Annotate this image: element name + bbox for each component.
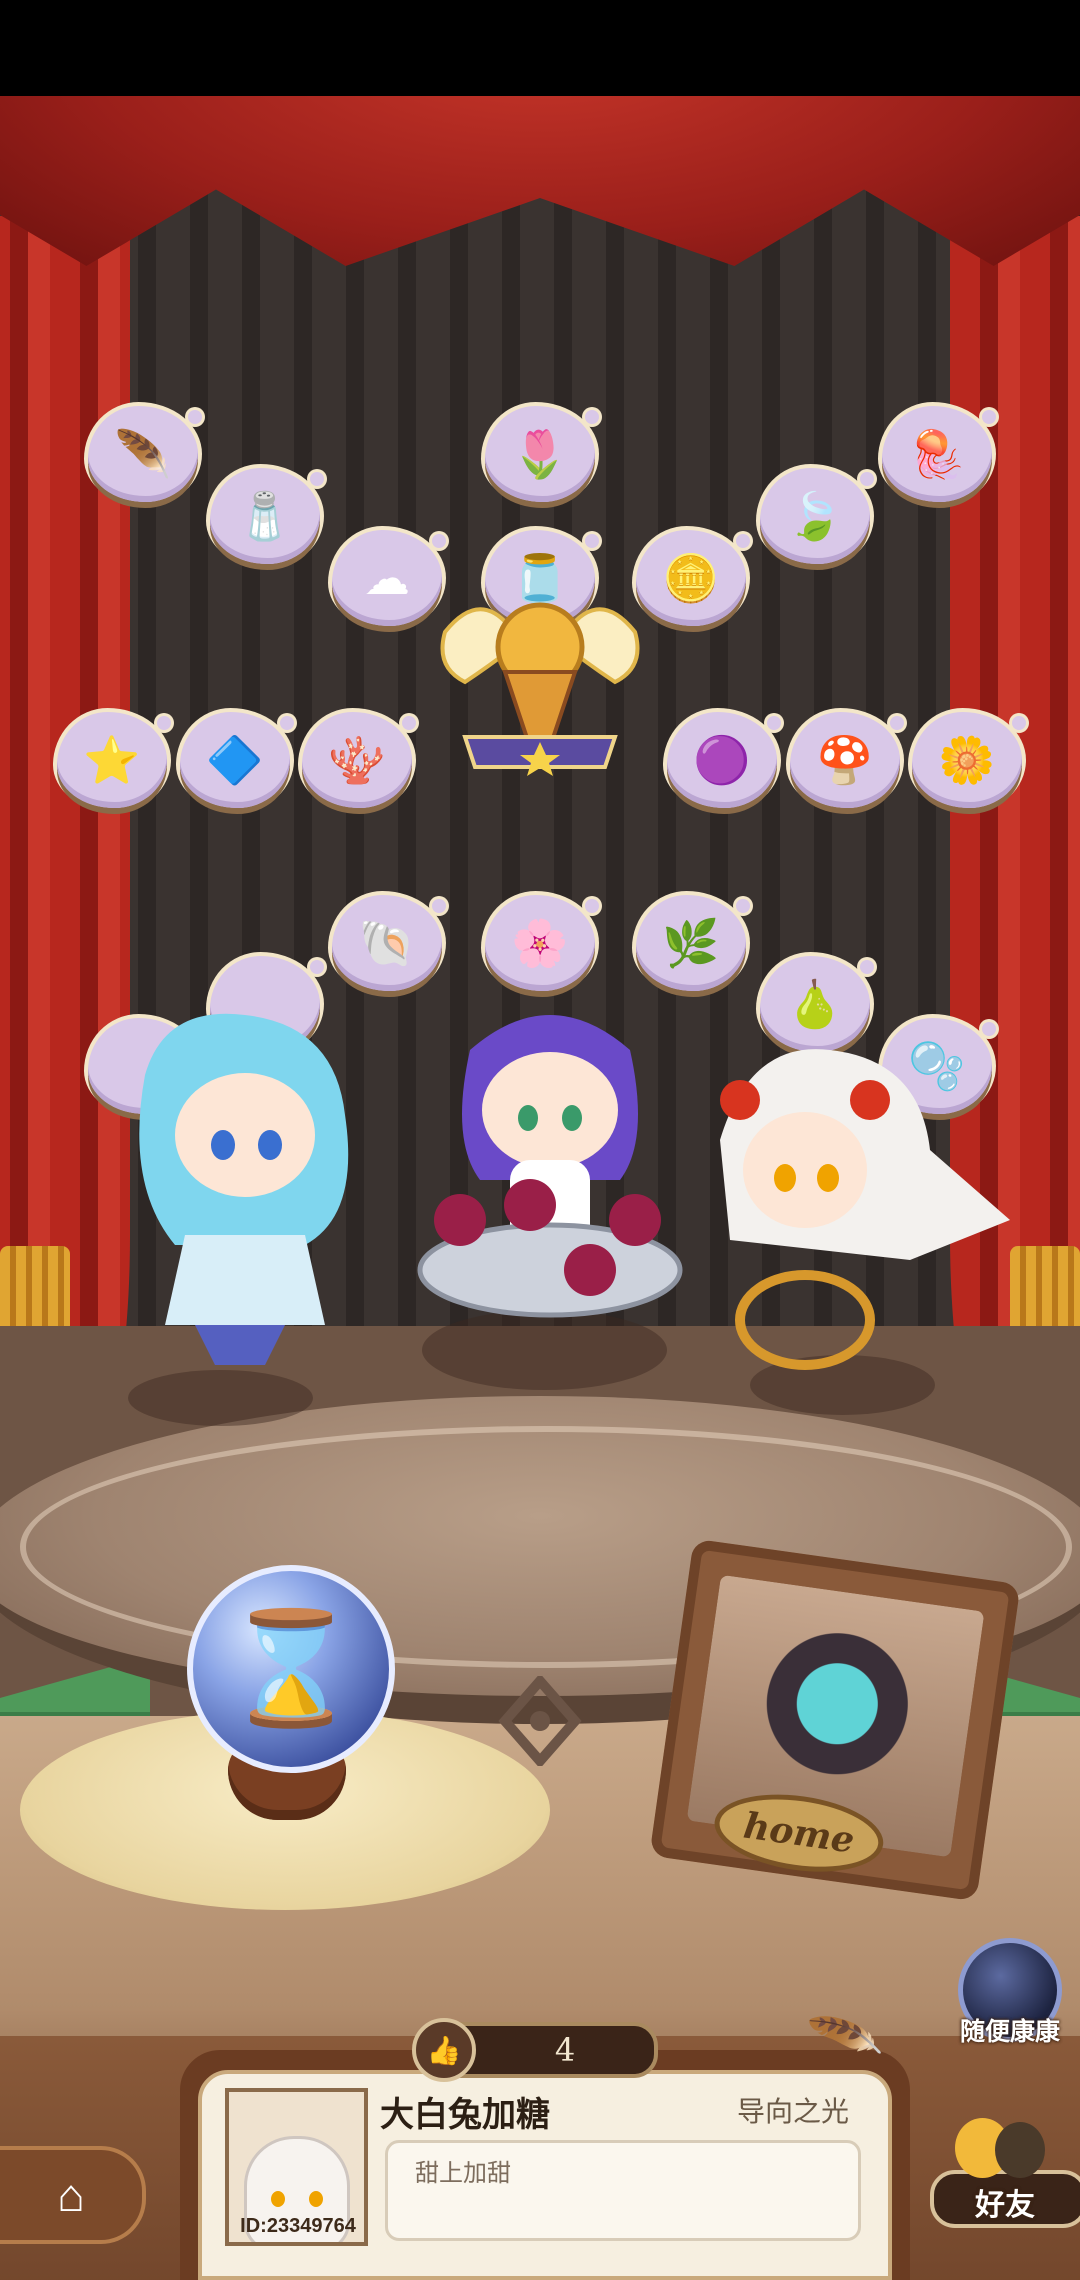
thumbs-up-icon[interactable]: 👍 — [412, 2018, 476, 2082]
like-counter: 👍 4 — [412, 2018, 658, 2082]
friends-label: 好友 — [975, 2189, 1035, 2222]
flower-bud-icon: 🌷 — [511, 428, 569, 480]
purple-rock-icon: 🟣 — [693, 734, 751, 786]
player-name: 大白兔加糖 — [380, 2096, 550, 2134]
star-icon: ⭐ — [83, 734, 141, 786]
item-slot[interactable]: 🌸 — [485, 895, 599, 991]
item-slot[interactable]: 🪼 — [882, 406, 996, 502]
hourglass-orb-button[interactable]: ⌛ — [187, 1565, 395, 1773]
house-icon: ⌂ — [57, 2169, 85, 2221]
player-title: 导向之光 — [737, 2096, 850, 2127]
item-slot[interactable]: ⭐ — [57, 712, 171, 808]
white-flower-icon: 🌸 — [511, 917, 569, 969]
mushroom-icon: 🍄 — [816, 734, 874, 786]
player-id: ID:23349764 — [240, 2215, 356, 2237]
coral-icon: 🪸 — [328, 734, 386, 786]
item-slot[interactable]: 🍄 — [790, 712, 904, 808]
player-message: 甜上加甜 — [415, 2160, 511, 2187]
curtain-valance — [0, 96, 1080, 266]
leaf-icon: 🍃 — [786, 490, 844, 542]
hourglass-icon: ⌛ — [222, 1607, 360, 1730]
item-slot[interactable]: 🔷 — [180, 712, 294, 808]
item-slot[interactable]: 🌷 — [485, 406, 599, 502]
rainbow-feather-icon: 🪶 — [114, 428, 172, 480]
shell-icon: 🐚 — [358, 917, 416, 969]
home-portal-frame[interactable]: home — [649, 1538, 1021, 1902]
white-haired-character[interactable] — [690, 1020, 1020, 1390]
herb-icon: 🌿 — [662, 917, 720, 969]
crystal-icon: 🔷 — [206, 734, 264, 786]
item-slot[interactable]: 🌼 — [912, 712, 1026, 808]
item-slot[interactable]: 🌿 — [636, 895, 750, 991]
salt-pile-icon: 🧂 — [236, 490, 294, 542]
item-slot[interactable]: 🧂 — [210, 468, 324, 564]
random-visit-label: 随便康康 — [959, 2018, 1060, 2046]
home-button[interactable]: ⌂ — [0, 2146, 146, 2244]
item-slot[interactable]: 🪸 — [302, 712, 416, 808]
item-slot[interactable]: 🟣 — [667, 712, 781, 808]
item-slot[interactable]: 🪶 — [88, 406, 202, 502]
like-count: 4 — [554, 2031, 576, 2069]
blue-haired-character[interactable] — [105, 985, 375, 1380]
golden-trophy-icon[interactable] — [425, 572, 655, 782]
jellyfish-icon: 🪼 — [908, 428, 966, 480]
status-bar — [0, 0, 1080, 96]
purple-haired-maid-character[interactable] — [410, 990, 690, 1350]
item-slot[interactable]: 🍃 — [760, 468, 874, 564]
blue-flower-icon: 🌼 — [938, 734, 996, 786]
item-slot[interactable]: 🐚 — [332, 895, 446, 991]
chick-icon — [995, 2122, 1045, 2178]
